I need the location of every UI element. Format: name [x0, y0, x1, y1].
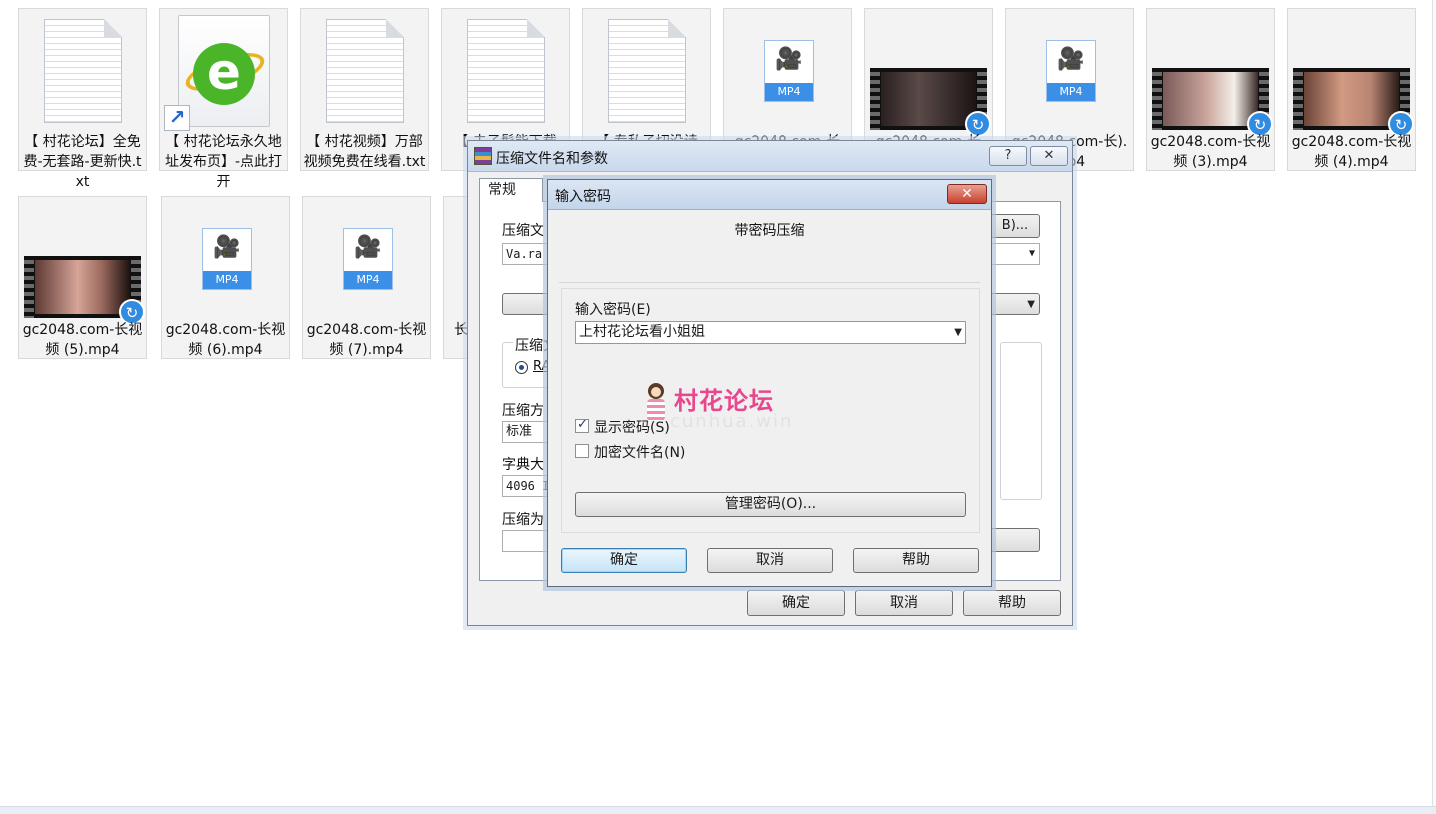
- ok-button[interactable]: 确定: [747, 590, 845, 616]
- help-button[interactable]: 帮助: [963, 590, 1061, 616]
- ie-logo-icon: e: [193, 43, 255, 105]
- text-file-icon: [326, 19, 404, 123]
- set-password-button[interactable]: [990, 528, 1040, 552]
- text-file-icon: [44, 19, 122, 123]
- watermark-url: cunhua.win: [670, 411, 794, 432]
- text-file-icon: [608, 19, 686, 123]
- file-item[interactable]: ↻ gc2048.com-长视频 (4).mp4: [1287, 8, 1416, 171]
- mp4-file-icon: 🎥 MP4: [764, 40, 814, 102]
- chevron-down-icon[interactable]: ▼: [954, 322, 962, 343]
- ok-button[interactable]: 确定: [561, 548, 687, 573]
- options-group: [1000, 342, 1042, 500]
- close-title-button[interactable]: ✕: [1030, 146, 1068, 166]
- mp4-badge: MP4: [344, 271, 392, 289]
- window-title: 压缩文件名和参数: [496, 151, 608, 167]
- help-button[interactable]: 帮助: [853, 548, 979, 573]
- mp4-file-icon: 🎥 MP4: [1046, 40, 1096, 102]
- file-item[interactable]: ↻ gc2048.com-长视频 (3).mp4: [1146, 8, 1275, 171]
- winrar-icon: [474, 147, 492, 165]
- dialog-subtitle: 带密码压缩: [734, 223, 805, 239]
- video-camera-icon: 🎥: [1057, 47, 1085, 72]
- video-camera-icon: 🎥: [213, 235, 241, 260]
- scrollbar[interactable]: [1432, 0, 1436, 806]
- split-volumes-label: 压缩为: [502, 512, 544, 528]
- file-item[interactable]: 🎥 MP4 gc2048.com-长视频 (6).mp4: [161, 196, 290, 359]
- file-item[interactable]: 【 村花视频】万部视频免费在线看.txt: [300, 8, 429, 171]
- browse-button[interactable]: B)...: [990, 214, 1040, 238]
- encrypt-filenames-label: 加密文件名(N): [594, 445, 686, 461]
- file-item[interactable]: e ↗ 【 村花论坛永久地址发布页】-点此打开: [159, 8, 288, 190]
- girl-mascot-icon: [642, 383, 670, 427]
- file-label: gc2048.com-长视频 (7).mp4: [306, 322, 427, 358]
- window-titlebar[interactable]: 压缩文件名和参数 ? ✕: [468, 141, 1072, 172]
- dialog-titlebar[interactable]: 输入密码 ✕: [548, 180, 991, 210]
- help-title-button[interactable]: ?: [989, 146, 1027, 166]
- cancel-button[interactable]: 取消: [707, 548, 833, 573]
- dialog-title: 输入密码: [555, 189, 611, 205]
- shortcut-arrow-icon: ↗: [164, 105, 190, 131]
- manage-passwords-button[interactable]: 管理密码(O)...: [575, 492, 966, 517]
- rar-radio[interactable]: [515, 361, 528, 374]
- password-input[interactable]: 上村花论坛看小姐姐 ▼: [575, 321, 966, 344]
- mp4-file-icon: 🎥 MP4: [202, 228, 252, 290]
- divider: [559, 282, 980, 283]
- password-value: 上村花论坛看小姐姐: [579, 324, 705, 340]
- file-label: gc2048.com-长视频 (5).mp4: [22, 322, 143, 358]
- file-label: 【 村花论坛永久地址发布页】-点此打开: [164, 134, 283, 190]
- archive-name-label: 压缩文: [502, 223, 544, 239]
- watermark: 村花论坛 cunhua.win: [642, 381, 812, 437]
- file-label: gc2048.com-长视频 (4).mp4: [1291, 134, 1412, 170]
- cancel-button[interactable]: 取消: [855, 590, 953, 616]
- dictionary-size-label: 字典大: [502, 457, 544, 473]
- mp4-badge: MP4: [765, 83, 813, 101]
- file-item[interactable]: ↻ gc2048.com-长视频 (5).mp4: [18, 196, 147, 359]
- text-file-icon: [467, 19, 545, 123]
- compression-method-label: 压缩方: [502, 403, 544, 419]
- mp4-badge: MP4: [1047, 83, 1095, 101]
- close-dialog-button[interactable]: ✕: [947, 184, 987, 204]
- file-label: gc2048.com-长视频 (3).mp4: [1150, 134, 1271, 170]
- encrypt-filenames-checkbox[interactable]: [575, 444, 589, 458]
- file-item[interactable]: 【 村花论坛】全免费-无套路-更新快.txt: [18, 8, 147, 190]
- password-field-label: 输入密码(E): [575, 302, 651, 318]
- file-item[interactable]: 🎥 MP4 gc2048.com-长视频 (7).mp4: [302, 196, 431, 359]
- mp4-file-icon: 🎥 MP4: [343, 228, 393, 290]
- file-label: 【 村花视频】万部视频免费在线看.txt: [303, 134, 426, 170]
- video-camera-icon: 🎥: [775, 47, 803, 72]
- mp4-badge: MP4: [203, 271, 251, 289]
- video-camera-icon: 🎥: [354, 235, 382, 260]
- file-label: gc2048.com-长视频 (6).mp4: [165, 322, 286, 358]
- file-label: 【 村花论坛】全免费-无套路-更新快.txt: [23, 134, 142, 190]
- show-password-checkbox[interactable]: [575, 417, 589, 433]
- tab-general[interactable]: 常规: [479, 178, 543, 202]
